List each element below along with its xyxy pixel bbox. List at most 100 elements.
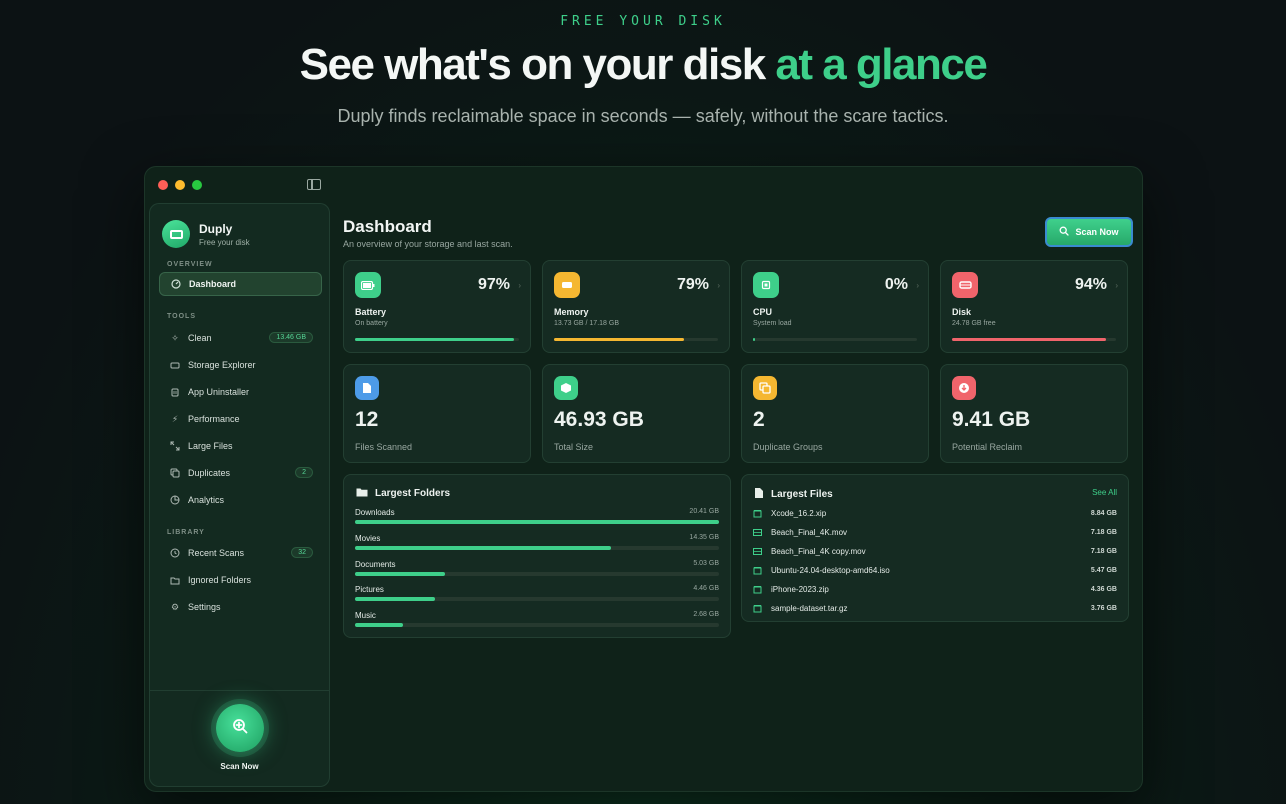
file-row[interactable]: iPhone-2023.zip 4.36 GB [753,580,1117,598]
sidebar-item-duplicates[interactable]: Duplicates 2 [159,461,322,485]
folder-bar-fill [355,623,403,627]
largest-folders-panel: Largest Folders Downloads 20.41 GB Movie… [343,474,731,638]
duplicate-groups-label: Duplicate Groups [753,442,823,452]
memory-label: Memory [554,307,589,317]
zoom-window-button[interactable] [192,180,202,190]
chevron-right-icon: › [518,281,521,290]
folder-size: 20.41 GB [689,508,719,515]
main-content: Dashboard An overview of your storage an… [343,207,1133,787]
total-size-card: 46.93 GB Total Size [542,364,730,463]
sidebar-item-large-files[interactable]: Large Files [159,434,322,458]
sidebar-item-settings[interactable]: ⚙︎ Settings [159,595,322,619]
folder-bar-fill [355,572,445,576]
disk-free: 24.78 GB free [952,320,996,327]
app-logo-icon [162,220,190,248]
brand-name: Duply [199,221,233,236]
drive-icon [170,360,180,370]
folder-bar [355,572,719,576]
folder-row-movies[interactable]: Movies 14.35 GB [355,534,719,558]
sidebar-item-clean[interactable]: ✧ Clean 13.46 GB [159,326,322,350]
memory-card[interactable]: 79% › Memory 13.73 GB / 17.18 GB [542,260,730,353]
chevron-right-icon: › [916,281,919,290]
folder-size: 4.46 GB [693,585,719,592]
sidebar-scan-now-label: Scan Now [220,762,259,771]
sidebar-item-recent-scans[interactable]: Recent Scans 32 [159,541,322,565]
trash-icon [170,387,180,397]
magnify-plus-icon [232,718,248,739]
folder-bar [355,520,719,524]
scan-now-button[interactable]: Scan Now [1045,217,1133,247]
sidebar-item-analytics[interactable]: Analytics [159,488,322,512]
sidebar-scan-now-button[interactable] [215,704,264,752]
sidebar-item-storage-explorer[interactable]: Storage Explorer [159,353,322,377]
hero-title: See what's on your disk at a glance [0,40,1286,90]
film-icon [753,547,762,556]
battery-icon [355,272,381,298]
cpu-label: CPU [753,307,773,317]
files-scanned-value: 12 [355,408,379,431]
sidebar-item-label: Recent Scans [188,548,245,558]
folder-row-documents[interactable]: Documents 5.03 GB [355,560,719,584]
chevron-right-icon: › [1115,281,1118,290]
largest-folders-header: Largest Folders [356,487,450,500]
sidebar-item-label: Performance [188,414,240,424]
sidebar-item-label: Storage Explorer [188,360,256,370]
cpu-percent: 0% [884,276,908,293]
battery-bar [355,338,519,341]
sidebar-item-label: Duplicates [188,468,231,478]
disk-card[interactable]: 94% › Disk 24.78 GB free [940,260,1128,353]
document-icon [355,376,379,400]
see-all-link[interactable]: See All [1092,488,1117,497]
folder-row-downloads[interactable]: Downloads 20.41 GB [355,508,719,532]
battery-label: Battery [355,307,387,317]
battery-card[interactable]: 97% › Battery On battery [343,260,531,353]
disk-icon [952,272,978,298]
potential-reclaim-value: 9.41 GB [952,408,1031,431]
sidebar-item-app-uninstaller[interactable]: App Uninstaller [159,380,322,404]
minimize-window-button[interactable] [175,180,185,190]
sidebar: Duply Free your disk OVERVIEW Dashboard … [149,203,330,787]
expand-icon [170,441,180,451]
cpu-bar-fill [753,338,756,341]
sidebar-item-label: Clean [188,333,212,343]
folder-row-pictures[interactable]: Pictures 4.46 GB [355,585,719,609]
battery-percent: 97% [477,276,510,293]
folder-bar [355,546,719,550]
folder-size: 2.68 GB [693,611,719,618]
folder-row-music[interactable]: Music 2.68 GB [355,611,719,635]
disk-bar-fill [952,338,1107,341]
close-window-button[interactable] [158,180,168,190]
copy-icon [170,468,180,478]
file-row[interactable]: sample-dataset.tar.gz 3.76 GB [753,599,1117,617]
chevron-right-icon: › [717,281,720,290]
file-row[interactable]: Ubuntu-24.04-desktop-amd64.iso 5.47 GB [753,561,1117,579]
duplicate-icon [753,376,777,400]
sidebar-item-label: Dashboard [189,279,237,289]
cpu-status: System load [753,320,792,327]
archive-icon [753,604,762,613]
sidebar-toggle-icon[interactable] [307,179,321,190]
disk-label: Disk [952,307,972,317]
file-name: Beach_Final_4K.mov [771,527,848,537]
folder-ignore-icon [170,575,180,585]
page-title: Dashboard [343,217,432,236]
history-icon [170,548,180,558]
bolt-icon: ⚡︎ [171,413,179,424]
file-row[interactable]: Beach_Final_4K copy.mov 7.18 GB [753,542,1117,560]
file-size: 4.36 GB [1090,585,1117,593]
memory-bar-fill [554,338,684,341]
file-row[interactable]: Xcode_16.2.xip 8.84 GB [753,504,1117,522]
sidebar-item-label: Ignored Folders [188,575,252,585]
file-name: Beach_Final_4K copy.mov [771,546,866,556]
sidebar-scan-now: Scan Now [150,704,329,771]
clean-size-badge: 13.46 GB [269,332,313,343]
cpu-card[interactable]: 0% › CPU System load [741,260,929,353]
pie-chart-icon [170,495,180,505]
scan-now-label: Scan Now [1075,227,1119,237]
sidebar-item-dashboard[interactable]: Dashboard [159,272,322,296]
sidebar-item-performance[interactable]: ⚡︎ Performance [159,407,322,431]
sidebar-item-ignored-folders[interactable]: Ignored Folders [159,568,322,592]
memory-percent: 79% [676,276,709,293]
memory-icon [554,272,580,298]
file-row[interactable]: Beach_Final_4K.mov 7.18 GB [753,523,1117,541]
